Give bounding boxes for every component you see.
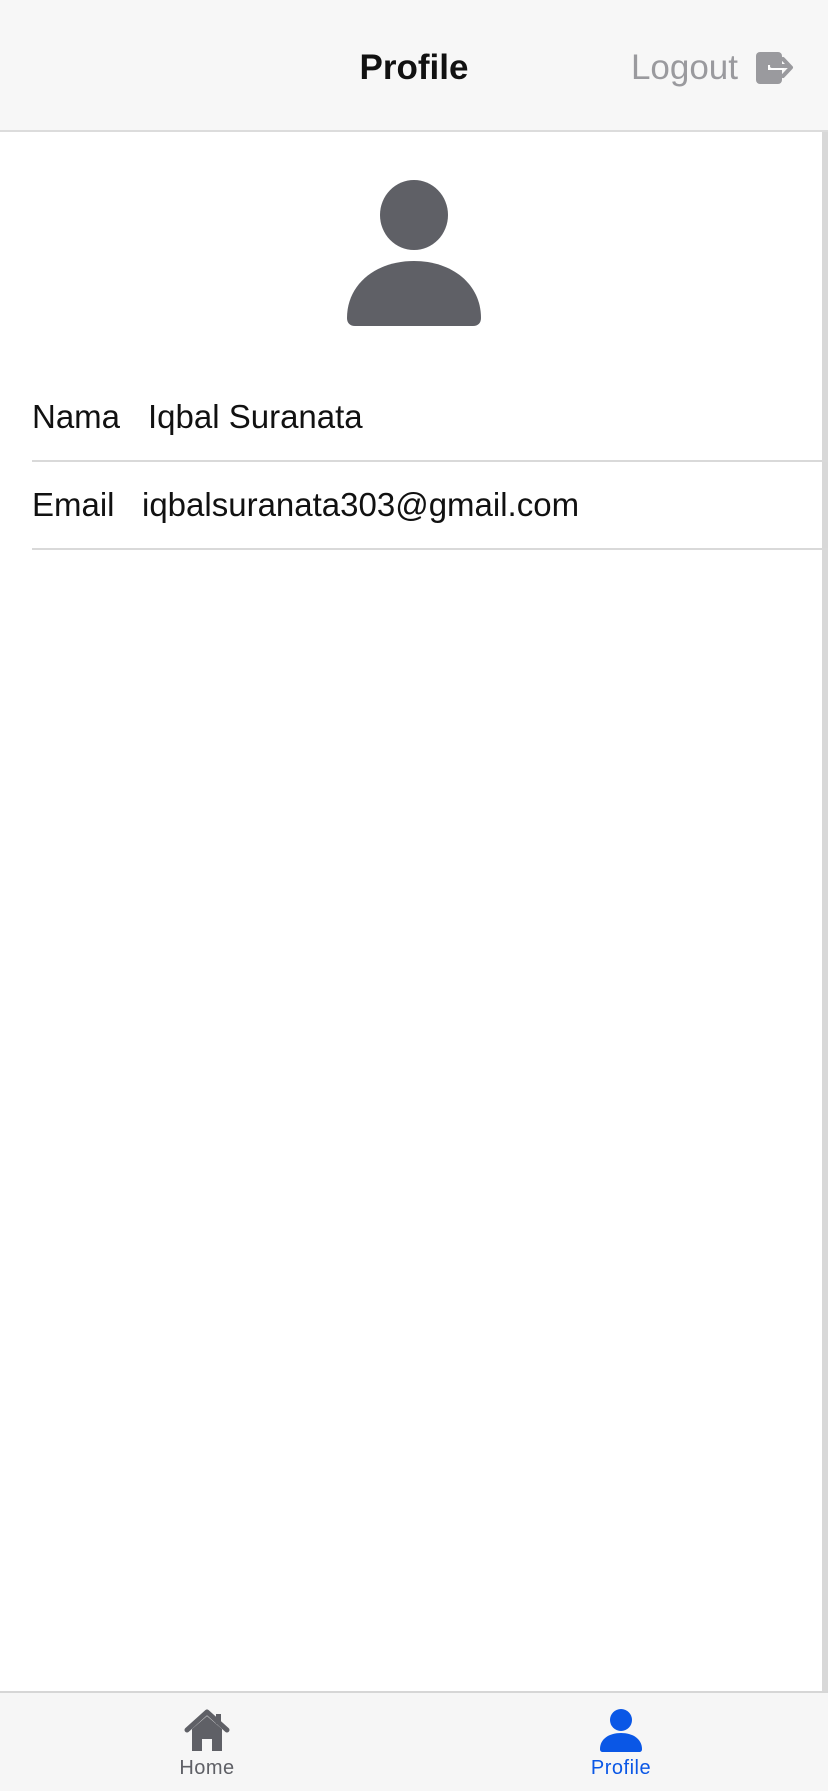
- profile-row-email: Email iqbalsuranata303@gmail.com: [32, 462, 828, 550]
- home-icon: [184, 1709, 230, 1751]
- email-value: iqbalsuranata303@gmail.com: [142, 486, 580, 523]
- profile-screen: Profile Logout Nama Iqbal Suranata Email…: [0, 0, 828, 1791]
- tab-home-label: Home: [179, 1757, 235, 1779]
- logout-button[interactable]: Logout: [631, 44, 796, 92]
- scroll-edge: [822, 132, 828, 1692]
- name-label: Nama: [32, 398, 121, 435]
- logout-icon: [756, 52, 793, 84]
- tab-profile[interactable]: Profile: [414, 1693, 828, 1791]
- person-icon: [600, 1709, 642, 1752]
- name-value: Iqbal Suranata: [148, 398, 363, 435]
- person-icon: [347, 180, 481, 326]
- bottom-tab-bar: Home Profile: [0, 1691, 828, 1791]
- profile-row-name: Nama Iqbal Suranata: [32, 374, 828, 462]
- email-label: Email: [32, 486, 115, 523]
- navigation-header: Profile Logout: [0, 0, 828, 132]
- tab-home[interactable]: Home: [0, 1693, 414, 1791]
- logout-label: Logout: [630, 48, 738, 87]
- tab-profile-label: Profile: [590, 1757, 652, 1779]
